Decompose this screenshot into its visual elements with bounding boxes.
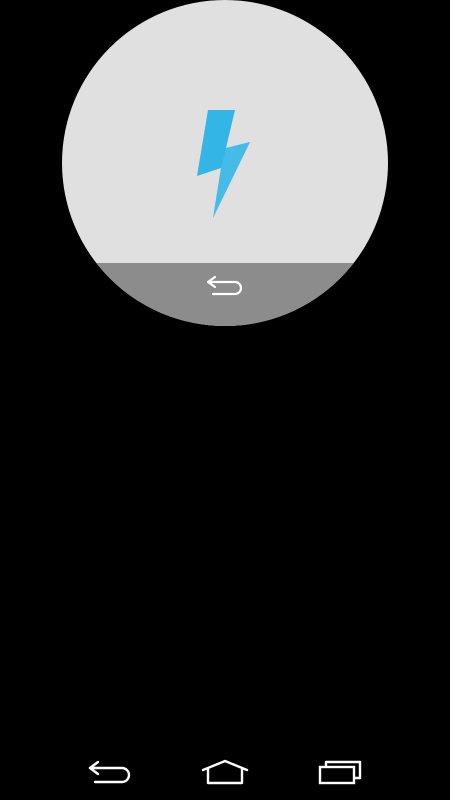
back-arrow-icon[interactable] <box>204 273 246 297</box>
screen <box>0 0 450 800</box>
nav-recents-button[interactable] <box>310 752 370 792</box>
dismiss-bar[interactable] <box>62 263 388 326</box>
system-nav-bar <box>0 744 450 800</box>
recent-apps-icon <box>319 760 362 785</box>
nav-home-button[interactable] <box>195 752 255 792</box>
lightning-bolt-icon <box>192 110 256 222</box>
back-icon <box>88 760 130 784</box>
home-icon <box>201 759 249 785</box>
nav-back-button[interactable] <box>80 752 140 792</box>
watch-face <box>62 0 388 326</box>
